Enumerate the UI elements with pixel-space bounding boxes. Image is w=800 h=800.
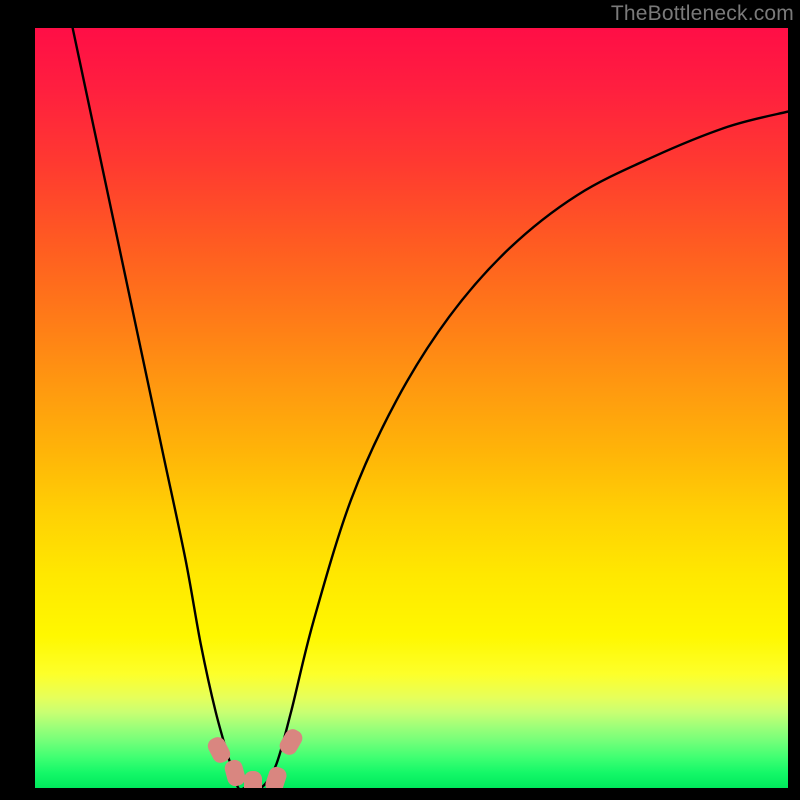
chart-frame: TheBottleneck.com — [0, 0, 800, 800]
watermark-text: TheBottleneck.com — [611, 2, 794, 26]
plot-area — [35, 28, 788, 788]
bottleneck-curve — [35, 28, 788, 788]
